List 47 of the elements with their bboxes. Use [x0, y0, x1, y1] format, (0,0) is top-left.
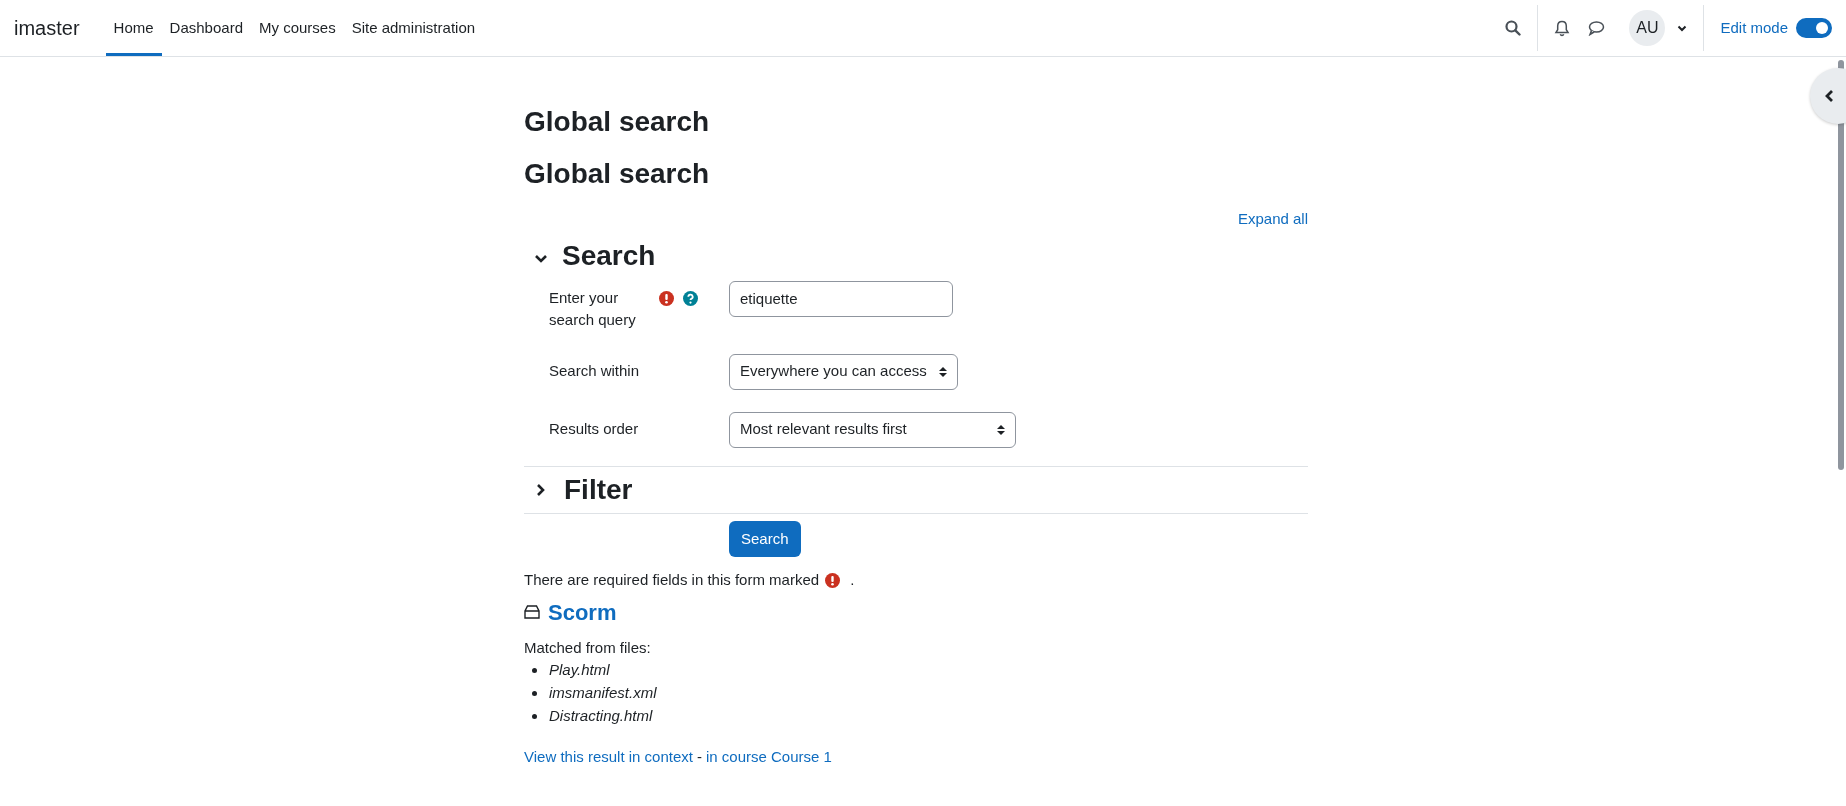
- required-fields-note: There are required fields in this form marked: [524, 570, 820, 591]
- caret-icon[interactable]: [1677, 24, 1688, 32]
- chevron-left-icon: [1824, 89, 1834, 103]
- course-link[interactable]: in course Course 1: [706, 746, 832, 769]
- dropdown-select[interactable]: Most relevant results first: [729, 411, 1016, 448]
- section-heading[interactable]: Search: [562, 234, 656, 277]
- view-in-context-link[interactable]: View this result in context: [524, 746, 693, 769]
- file-name: Distracting.html: [549, 706, 653, 727]
- punctuation: .: [850, 570, 855, 591]
- field-label: Enter your search query: [549, 287, 637, 331]
- sort-arrows-icon: [939, 365, 947, 378]
- chat-bubble-icon[interactable]: [1588, 20, 1606, 36]
- separator-dash: -: [697, 747, 702, 768]
- search-icon[interactable]: [1505, 20, 1522, 36]
- field-label: Results order: [549, 418, 640, 439]
- bell-icon[interactable]: [1554, 19, 1571, 37]
- required-icon: [825, 572, 841, 588]
- page-title: Global search: [524, 156, 711, 191]
- dropdown-select[interactable]: Everywhere you can access: [729, 353, 958, 390]
- selected-option: Everywhere you can access: [740, 360, 927, 383]
- chevron-right-icon[interactable]: [536, 482, 546, 497]
- edit-mode-toggle[interactable]: [1796, 18, 1832, 38]
- expand-all-link[interactable]: Expand all: [1237, 208, 1308, 231]
- help-icon[interactable]: [683, 290, 698, 306]
- nav-link[interactable]: My courses: [251, 0, 344, 56]
- file-name: Play.html: [549, 660, 610, 681]
- selected-option: Most relevant results first: [740, 418, 907, 441]
- sort-arrows-icon: [997, 423, 1005, 436]
- site-name: imaster: [14, 16, 80, 41]
- section-heading[interactable]: Filter: [564, 468, 633, 511]
- page-title: Global search: [524, 105, 711, 139]
- bullet-point: [532, 714, 537, 720]
- field-label: Search within: [549, 360, 641, 381]
- matched-files-label: Matched from files:: [524, 637, 652, 658]
- user-avatar[interactable]: AU: [1629, 10, 1666, 46]
- box-icon: [524, 605, 540, 620]
- search-query-input[interactable]: etiquette: [729, 280, 953, 317]
- chevron-down-icon[interactable]: [534, 253, 548, 264]
- nav-link[interactable]: Home: [105, 0, 162, 56]
- result-title-link[interactable]: Scorm: [548, 595, 617, 629]
- bullet-point: [532, 668, 537, 674]
- file-name: imsmanifest.xml: [549, 683, 657, 704]
- nav-link[interactable]: Dashboard: [161, 0, 251, 56]
- nav-link[interactable]: Site administration: [343, 0, 484, 56]
- bullet-point: [532, 691, 537, 697]
- search-button[interactable]: Search: [729, 520, 801, 558]
- edit-mode-label: Edit mode: [1720, 17, 1788, 38]
